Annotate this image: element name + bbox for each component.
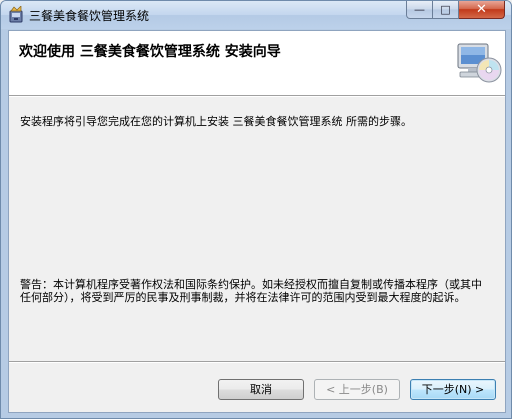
minimize-button[interactable]: — [406, 1, 433, 19]
intro-text: 安装程序将引导您完成在您的计算机上安装 三餐美食餐饮管理系统 所需的步骤。 [20, 115, 412, 128]
installer-window: 三餐美食餐饮管理系统 — □ ✕ 欢迎使用 三餐美食餐饮管理系统 安装向导 安装… [0, 0, 512, 419]
close-button[interactable]: ✕ [459, 1, 505, 19]
cancel-button[interactable]: 取消 [218, 379, 304, 400]
maximize-button[interactable]: □ [433, 1, 459, 19]
wizard-banner: 欢迎使用 三餐美食餐饮管理系统 安装向导 [9, 31, 505, 96]
computer-cd-icon [457, 43, 502, 83]
copyright-warning: 警告：本计算机程序受著作权法和国际条约保护。如未经授权而擅自复制或传播本程序（或… [20, 278, 482, 304]
wizard-heading: 欢迎使用 三餐美食餐饮管理系统 安装向导 [19, 44, 281, 60]
close-icon: ✕ [476, 2, 487, 17]
caption-buttons: — □ ✕ [406, 1, 505, 20]
window-title: 三餐美食餐饮管理系统 [29, 9, 150, 23]
banner-divider [9, 96, 505, 97]
title-bar[interactable]: 三餐美食餐饮管理系统 — □ ✕ [1, 1, 511, 29]
maximize-icon: □ [440, 3, 451, 16]
wizard-client-area: 欢迎使用 三餐美食餐饮管理系统 安装向导 安装程序将引导您完成在您的计算机上安装… [8, 30, 506, 413]
footer-divider-highlight [9, 362, 505, 363]
back-button[interactable]: < 上一步(B) [314, 379, 400, 400]
next-button[interactable]: 下一步(N) > [410, 379, 496, 400]
minimize-icon: — [414, 3, 425, 16]
installer-app-icon [9, 6, 23, 23]
